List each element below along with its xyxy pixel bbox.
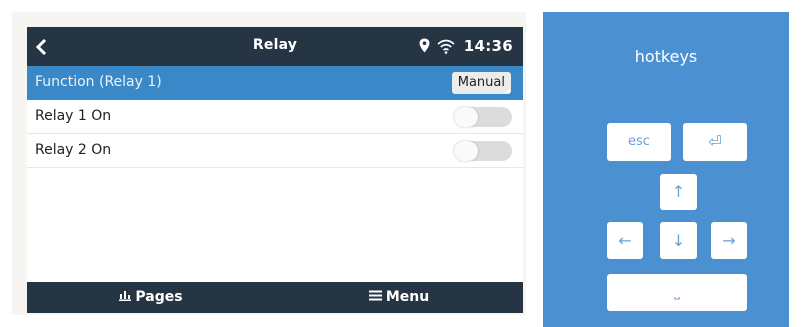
menu-icon: [368, 290, 382, 301]
function-relay-label: Function (Relay 1): [35, 74, 162, 90]
wifi-icon: [437, 39, 455, 54]
relay-1-label: Relay 1 On: [35, 108, 112, 124]
esc-key[interactable]: esc: [607, 123, 671, 161]
top-bar: Relay 14:36: [27, 27, 523, 66]
right-arrow-key[interactable]: →: [711, 222, 747, 259]
device-screen: Relay 14:36 Function (Relay 1) Manual Re…: [27, 27, 523, 313]
clock: 14:36: [463, 37, 513, 55]
function-relay-row[interactable]: Function (Relay 1) Manual: [27, 66, 523, 100]
relay-1-switch[interactable]: [454, 107, 512, 127]
space-key[interactable]: ⎵: [607, 274, 747, 311]
relay-2-label: Relay 2 On: [35, 142, 112, 158]
bottom-bar: Pages Menu: [27, 282, 523, 313]
pages-label: Pages: [135, 289, 183, 305]
down-arrow-key[interactable]: ↓: [660, 222, 697, 259]
menu-button[interactable]: Menu: [275, 282, 523, 313]
pages-icon: [119, 291, 132, 301]
pages-button[interactable]: Pages: [27, 282, 275, 313]
relay-1-row[interactable]: Relay 1 On: [27, 100, 523, 134]
relay-2-switch[interactable]: [454, 141, 512, 161]
dropdown-corner-icon: [505, 88, 510, 93]
up-arrow-key[interactable]: ↑: [660, 174, 697, 210]
left-arrow-key[interactable]: ←: [607, 222, 643, 259]
hotkeys-panel: hotkeys esc ⏎ ↑ ← ↓ → ⎵: [543, 12, 789, 327]
relay-2-row[interactable]: Relay 2 On: [27, 134, 523, 168]
function-value-button[interactable]: Manual: [451, 72, 511, 94]
menu-label: Menu: [385, 289, 430, 305]
switch-knob: [454, 107, 478, 127]
hotkeys-title: hotkeys: [634, 47, 698, 66]
location-icon: [419, 38, 430, 53]
function-value: Manual: [457, 75, 505, 90]
enter-key[interactable]: ⏎: [683, 123, 747, 161]
switch-knob: [454, 141, 478, 161]
